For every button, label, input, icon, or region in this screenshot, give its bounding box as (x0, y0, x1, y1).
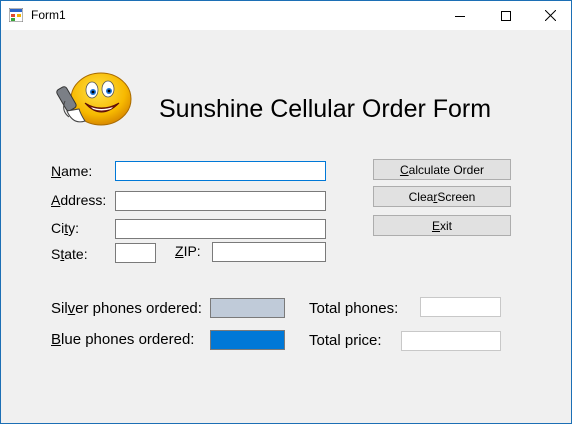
smiley-phone-icon (56, 72, 132, 126)
total-price-output (401, 331, 501, 351)
state-label-rest: ate: (64, 246, 88, 262)
clear-label-rest: Screen (437, 189, 476, 204)
form-heading: Sunshine Cellular Order Form (159, 95, 492, 123)
name-input[interactable] (115, 161, 326, 181)
clear-label-pre: Clea (408, 189, 434, 204)
address-label-rest: ddress: (60, 192, 107, 208)
close-button[interactable] (527, 1, 572, 30)
state-input[interactable] (115, 243, 156, 263)
city-label-rest: y: (68, 220, 80, 236)
minimize-icon (455, 15, 465, 17)
total-price-label: Total price: (309, 332, 382, 349)
silver-phones-swatch[interactable] (210, 298, 285, 318)
form-window: Form1 Sunshine Cellular Order Form Name:… (0, 0, 572, 424)
zip-label: ZIP: (175, 243, 201, 259)
address-input[interactable] (115, 191, 326, 211)
state-label: State: (51, 246, 88, 262)
city-input[interactable] (115, 219, 326, 239)
total-phones-label: Total phones: (309, 300, 399, 317)
blue-phones-label: Blue phones ordered: (51, 331, 194, 348)
form-app-icon (9, 8, 23, 22)
name-label-rest: ame: (61, 163, 93, 179)
exit-button[interactable]: Exit (373, 215, 511, 236)
blue-label-rest: lue phones ordered: (61, 331, 195, 348)
name-label: Name: (51, 163, 92, 179)
exit-access-key: E (431, 218, 440, 233)
minimize-button[interactable] (437, 1, 483, 30)
maximize-button[interactable] (483, 1, 529, 30)
blue-phones-swatch[interactable] (210, 330, 285, 350)
zip-input[interactable] (212, 242, 326, 262)
zip-label-access-key: Z (175, 243, 184, 259)
zip-label-rest: IP: (183, 243, 201, 259)
silver-phones-label: Silver phones ordered: (51, 300, 202, 317)
silver-label-pre: Sil (51, 300, 68, 317)
state-label-pre: S (51, 246, 61, 262)
blue-label-access-key: B (51, 331, 62, 348)
exit-label-rest: xit (440, 218, 452, 233)
title-bar[interactable]: Form1 (1, 1, 571, 30)
total-phones-output (420, 297, 501, 317)
name-label-access-key: N (51, 163, 62, 179)
city-label-pre: Ci (51, 220, 65, 236)
address-label-access-key: A (51, 192, 61, 208)
city-label: City: (51, 220, 79, 236)
close-icon (544, 10, 556, 21)
calculate-label-rest: alculate Order (408, 162, 485, 177)
calculate-order-button[interactable]: Calculate Order (373, 159, 511, 180)
window-title: Form1 (31, 8, 66, 22)
calculate-access-key: C (399, 162, 409, 177)
clear-screen-button[interactable]: Clea r Screen (373, 186, 511, 207)
address-label: Address: (51, 192, 106, 208)
silver-label-rest: er phones ordered: (75, 300, 202, 317)
maximize-icon (501, 10, 511, 21)
